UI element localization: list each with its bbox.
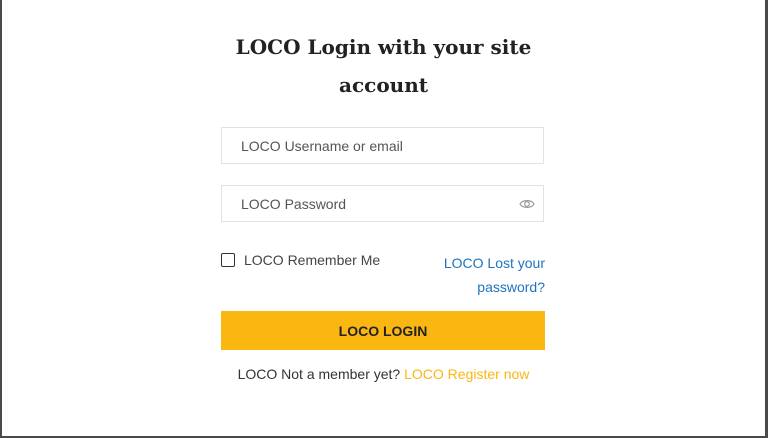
login-title: LOCO Login with your site <box>235 35 532 59</box>
password-field <box>221 185 544 222</box>
register-prompt: LOCO Not a member yet? LOCO Register now <box>2 366 765 382</box>
login-button[interactable]: LOCO LOGIN <box>221 311 545 350</box>
not-member-text: LOCO Not a member yet? <box>237 366 401 382</box>
login-title-line2: account <box>339 73 428 97</box>
remember-me[interactable]: LOCO Remember Me <box>221 252 380 268</box>
login-modal: LOCO Login with your site account LOCO R… <box>2 0 765 436</box>
lost-password-line1: LOCO Lost your <box>443 255 545 271</box>
lost-password-line2: password? <box>477 279 545 295</box>
remember-me-label: LOCO Remember Me <box>244 252 381 268</box>
eye-icon[interactable] <box>519 197 535 211</box>
register-link[interactable]: LOCO Register now <box>404 366 529 382</box>
lost-password-link[interactable]: LOCO Lost your password? <box>432 251 545 299</box>
username-field <box>221 127 544 164</box>
remember-me-checkbox[interactable] <box>221 253 235 267</box>
username-input[interactable] <box>222 128 543 163</box>
password-input[interactable] <box>222 186 543 221</box>
